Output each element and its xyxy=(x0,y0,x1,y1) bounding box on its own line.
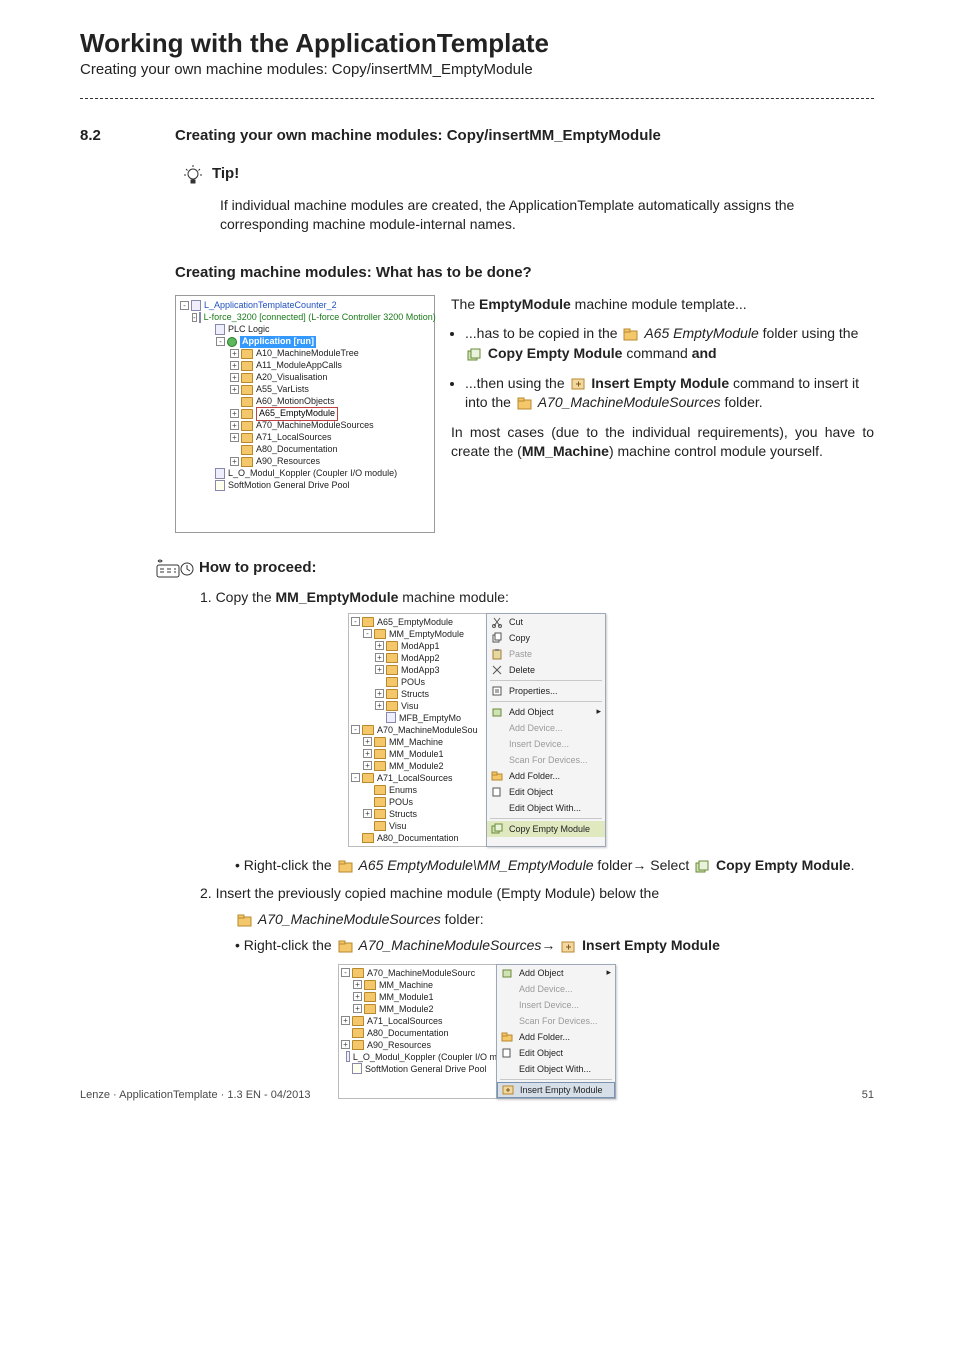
section-title: Creating your own machine modules: Copy/… xyxy=(175,127,661,144)
context-menu-image-copy: -A65_EmptyModule -MM_EmptyModule +ModApp… xyxy=(80,613,874,847)
menu-item[interactable]: Add Object▸ xyxy=(487,704,605,720)
how-to-proceed-header: How to proceed: xyxy=(155,557,874,579)
desc-bullet-copy: ...has to be copied in the A65 EmptyModu… xyxy=(465,324,874,363)
folder-icon xyxy=(517,397,532,410)
ctx2-tree: -A70_MachineModuleSourc +MM_Machine +MM_… xyxy=(338,964,498,1099)
page-subtitle: Creating your own machine modules: Copy/… xyxy=(80,61,874,78)
copy-module-icon xyxy=(695,860,710,873)
menu-item[interactable]: Edit Object xyxy=(487,784,605,800)
insert-module-icon xyxy=(561,940,576,953)
menu-item: Scan For Devices... xyxy=(487,752,605,768)
menu-item[interactable]: Edit Object With... xyxy=(487,800,605,816)
insert-module-icon xyxy=(571,377,586,390)
tip-block: Tip! xyxy=(180,162,874,188)
device-tree: -L_ApplicationTemplateCounter_2 -L-force… xyxy=(175,295,435,533)
menu-item[interactable]: Add Folder... xyxy=(497,1029,615,1045)
ctx2-menu[interactable]: Add Object▸Add Device...Insert Device...… xyxy=(496,964,616,1099)
menu-item[interactable]: Add Folder... xyxy=(487,768,605,784)
menu-item: Insert Device... xyxy=(487,736,605,752)
folder-icon xyxy=(338,860,353,873)
step-1: 1. Copy the MM_EmptyModule machine modul… xyxy=(200,589,874,605)
menu-item: Scan For Devices... xyxy=(497,1013,615,1029)
menu-item[interactable]: Properties... xyxy=(487,683,605,699)
tip-body: If individual machine modules are create… xyxy=(220,196,874,234)
folder-icon xyxy=(237,914,252,927)
horizontal-rule: _ _ _ _ _ _ _ _ _ _ _ _ _ _ _ _ _ _ _ _ … xyxy=(80,98,874,99)
subheading-creating: Creating machine modules: What has to be… xyxy=(175,264,874,281)
description-text: The EmptyModule machine module template.… xyxy=(435,295,874,533)
menu-item[interactable]: Delete xyxy=(487,662,605,678)
step-2-folder-line: A70_MachineModuleSources folder: xyxy=(235,909,874,929)
menu-item[interactable]: Add Object▸ xyxy=(497,965,615,981)
section-number: 8.2 xyxy=(80,127,175,144)
ctx1-tree: -A65_EmptyModule -MM_EmptyModule +ModApp… xyxy=(348,613,488,847)
step-2-bullet: Right-click the A70_MachineModuleSources… xyxy=(235,935,874,955)
menu-item[interactable]: Copy Empty Module xyxy=(487,821,605,837)
step-2: 2. Insert the previously copied machine … xyxy=(200,885,874,901)
menu-item[interactable]: Edit Object xyxy=(497,1045,615,1061)
footer-page-number: 51 xyxy=(862,1089,874,1101)
step-1-bullet: Right-click the A65 EmptyModule\MM_Empty… xyxy=(235,855,874,875)
menu-item[interactable]: Copy xyxy=(487,630,605,646)
context-menu-image-insert: -A70_MachineModuleSourc +MM_Machine +MM_… xyxy=(80,964,874,1099)
how-to-proceed-label: How to proceed: xyxy=(199,559,317,576)
menu-item[interactable]: Edit Object With... xyxy=(497,1061,615,1077)
procedure-icon xyxy=(155,557,195,579)
section-header: 8.2 Creating your own machine modules: C… xyxy=(80,127,874,144)
folder-icon xyxy=(338,940,353,953)
lightbulb-icon xyxy=(180,162,206,188)
desc-note: In most cases (due to the individual req… xyxy=(451,423,874,462)
menu-item: Paste xyxy=(487,646,605,662)
menu-item: Insert Device... xyxy=(497,997,615,1013)
desc-bullet-insert: ...then using the Insert Empty Module co… xyxy=(465,374,874,413)
page-title: Working with the ApplicationTemplate xyxy=(80,28,874,59)
menu-item[interactable]: Cut xyxy=(487,614,605,630)
page-footer: Lenze · ApplicationTemplate · 1.3 EN - 0… xyxy=(80,1089,874,1101)
copy-module-icon xyxy=(467,348,482,361)
menu-item: Add Device... xyxy=(487,720,605,736)
tip-label: Tip! xyxy=(212,165,239,182)
device-tree-image: -L_ApplicationTemplateCounter_2 -L-force… xyxy=(175,295,435,533)
menu-item: Add Device... xyxy=(497,981,615,997)
footer-left: Lenze · ApplicationTemplate · 1.3 EN - 0… xyxy=(80,1089,311,1101)
ctx1-menu[interactable]: CutCopyPasteDelete Properties... Add Objec… xyxy=(486,613,606,847)
folder-icon xyxy=(623,328,638,341)
